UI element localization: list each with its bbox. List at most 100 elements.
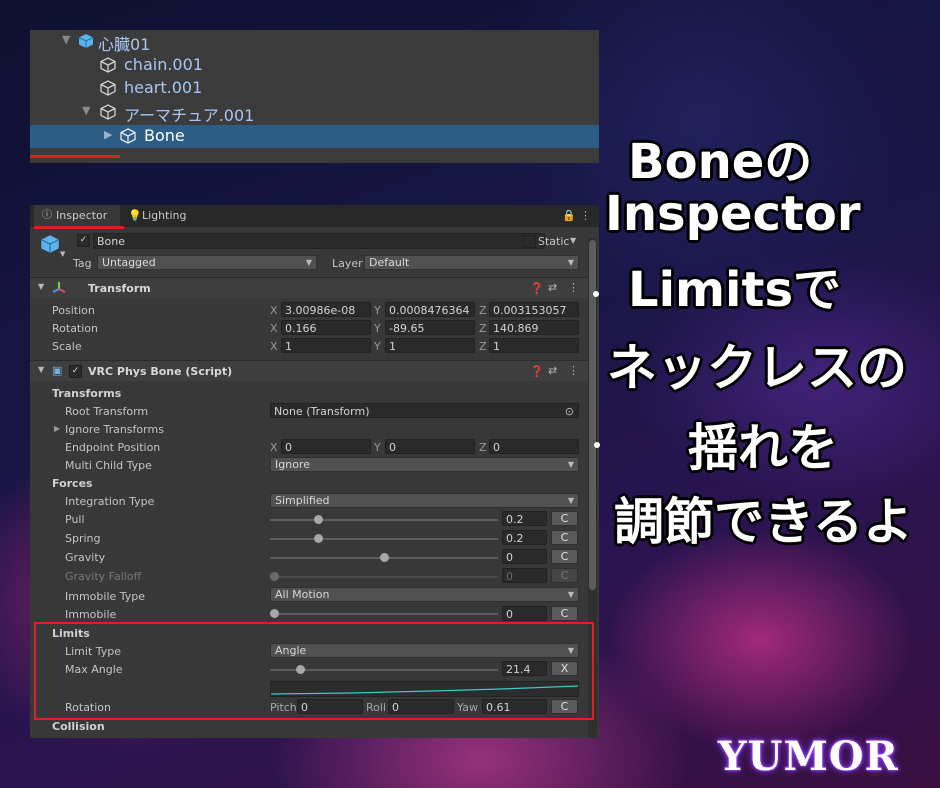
prefab-cube-icon — [40, 235, 60, 253]
axis-z-label: Z — [479, 304, 487, 317]
section-transforms: Transforms — [52, 387, 122, 400]
hierarchy-item-shinzo[interactable]: ▼ 心臓01 — [30, 30, 599, 54]
tag-label: Tag — [73, 257, 92, 270]
ignore-transforms-label[interactable]: Ignore Transforms — [65, 423, 164, 436]
scale-x-field[interactable]: 1 — [281, 338, 371, 353]
tab-bar: ⓘ Inspector 💡 Lighting 🔒 ⋮ — [30, 205, 599, 229]
tab-lighting[interactable]: 💡 Lighting — [124, 205, 194, 227]
enabled-checkbox[interactable]: ✓ — [69, 365, 82, 378]
multichild-dropdown[interactable]: Ignore ▼ — [270, 457, 579, 472]
rotation-x-field[interactable]: 0.166 — [281, 320, 371, 335]
spring-field[interactable]: 0.2 — [502, 530, 547, 545]
tag-dropdown[interactable]: Untagged ▼ — [97, 255, 317, 270]
axis-z-label: Z — [479, 322, 487, 335]
presets-icon[interactable]: ⇄ — [548, 281, 557, 294]
script-icon: ▣ — [52, 364, 63, 377]
endpoint-z-field[interactable]: 0 — [489, 439, 579, 454]
axis-x-label: X — [270, 304, 278, 317]
rotation-z-field[interactable]: 140.869 — [489, 320, 579, 335]
immobile-type-dropdown[interactable]: All Motion ▼ — [270, 587, 579, 602]
kebab-menu-icon[interactable]: ⋮ — [580, 209, 591, 222]
component-title: VRC Phys Bone (Script) — [88, 365, 233, 378]
dropdown-caret-icon: ▼ — [567, 460, 574, 469]
expand-arrow-icon[interactable]: ▼ — [62, 33, 70, 46]
overlay-line-5: 揺れを — [688, 419, 838, 477]
position-y-field[interactable]: 0.0008476364 — [385, 302, 475, 317]
pull-slider-track[interactable] — [270, 519, 498, 521]
position-z-field[interactable]: 0.003153057 — [489, 302, 579, 317]
object-picker-icon[interactable]: ⊙ — [565, 404, 574, 417]
tab-inspector[interactable]: ⓘ Inspector — [34, 205, 120, 227]
endpoint-x-field[interactable]: 0 — [281, 439, 371, 454]
gravity-field[interactable]: 0 — [502, 549, 547, 564]
section-collision: Collision — [52, 720, 105, 733]
axis-y-label: Y — [374, 322, 381, 335]
transform-header[interactable]: ▼ Transform ❓ ⇄ ⋮ — [30, 277, 588, 298]
gravity-falloff-curve-button: C — [551, 568, 578, 583]
rotation-label: Rotation — [52, 322, 99, 335]
physbone-header[interactable]: ▼ ▣ ✓ VRC Phys Bone (Script) ❓ ⇄ ⋮ — [30, 360, 588, 381]
layer-value: Default — [369, 256, 410, 269]
kebab-menu-icon[interactable]: ⋮ — [568, 281, 579, 294]
chevron-down-icon[interactable]: ▼ — [570, 236, 576, 245]
hierarchy-item-heart[interactable]: heart.001 — [30, 77, 599, 100]
axis-z-label: Z — [479, 441, 487, 454]
axis-x-label: X — [270, 322, 278, 335]
hierarchy-item-chain[interactable]: chain.001 — [30, 54, 599, 77]
axis-z-label: Z — [479, 340, 487, 353]
immobile-curve-button[interactable]: C — [551, 606, 578, 621]
hierarchy-item-armature[interactable]: ▼ アーマチュア.001 — [30, 101, 599, 125]
spring-slider-handle[interactable] — [313, 534, 323, 543]
immobile-slider-track[interactable] — [270, 613, 498, 615]
object-name-field[interactable]: Bone — [93, 233, 545, 249]
prefab-cube-icon — [78, 34, 94, 48]
tab-label: Inspector — [56, 209, 108, 222]
overlay-line-4: ネックレスの — [607, 339, 907, 397]
scale-y-field[interactable]: 1 — [385, 338, 475, 353]
position-x-field[interactable]: 3.00986e-08 — [281, 302, 371, 317]
gravity-curve-button[interactable]: C — [551, 549, 578, 564]
layer-dropdown[interactable]: Default ▼ — [364, 255, 579, 270]
gravity-label: Gravity — [65, 551, 106, 564]
component-title: Transform — [88, 282, 151, 295]
endpoint-y-field[interactable]: 0 — [385, 439, 475, 454]
rotation-y-field[interactable]: -89.65 — [385, 320, 475, 335]
immobile-field[interactable]: 0 — [502, 606, 547, 621]
decorative-dot — [593, 291, 599, 297]
integration-dropdown[interactable]: Simplified ▼ — [270, 493, 579, 508]
spring-curve-button[interactable]: C — [551, 530, 578, 545]
gravity-falloff-label: Gravity Falloff — [65, 570, 142, 583]
fold-arrow-icon[interactable]: ▶ — [54, 424, 60, 433]
gravity-falloff-field: 0 — [502, 568, 547, 583]
expand-arrow-icon[interactable]: ▶ — [104, 128, 112, 141]
help-icon[interactable]: ❓ — [530, 282, 544, 295]
root-transform-field[interactable]: None (Transform) ⊙ — [270, 403, 579, 418]
static-checkbox[interactable] — [523, 235, 536, 248]
expand-arrow-icon[interactable]: ▼ — [82, 104, 90, 117]
layer-label: Layer — [332, 257, 363, 270]
help-icon[interactable]: ❓ — [530, 365, 544, 378]
gravity-slider-handle[interactable] — [379, 553, 389, 562]
gameobject-cube-icon — [120, 128, 136, 144]
fold-arrow-icon[interactable]: ▼ — [38, 365, 44, 374]
overlay-line-1: Boneの — [628, 134, 813, 190]
dropdown-caret-icon: ▼ — [567, 258, 574, 267]
presets-icon[interactable]: ⇄ — [548, 364, 557, 377]
immobile-slider-handle[interactable] — [270, 609, 279, 618]
highlight-underline — [30, 155, 120, 158]
decorative-dot — [594, 442, 600, 448]
spring-slider-track[interactable] — [270, 538, 498, 540]
active-checkbox[interactable]: ✓ — [77, 234, 90, 247]
kebab-menu-icon[interactable]: ⋮ — [568, 364, 579, 377]
lock-icon[interactable]: 🔒 — [562, 209, 576, 222]
immobile-type-value: All Motion — [275, 588, 330, 601]
hierarchy-item-bone[interactable]: ▶ Bone — [30, 125, 599, 148]
axis-x-label: X — [270, 340, 278, 353]
pull-curve-button[interactable]: C — [551, 511, 578, 526]
scale-z-field[interactable]: 1 — [489, 338, 579, 353]
pull-field[interactable]: 0.2 — [502, 511, 547, 526]
pull-slider-handle[interactable] — [313, 515, 323, 524]
dropdown-caret-icon: ▼ — [567, 590, 574, 599]
chevron-down-icon[interactable]: ▼ — [60, 250, 65, 258]
fold-arrow-icon[interactable]: ▼ — [38, 282, 44, 291]
